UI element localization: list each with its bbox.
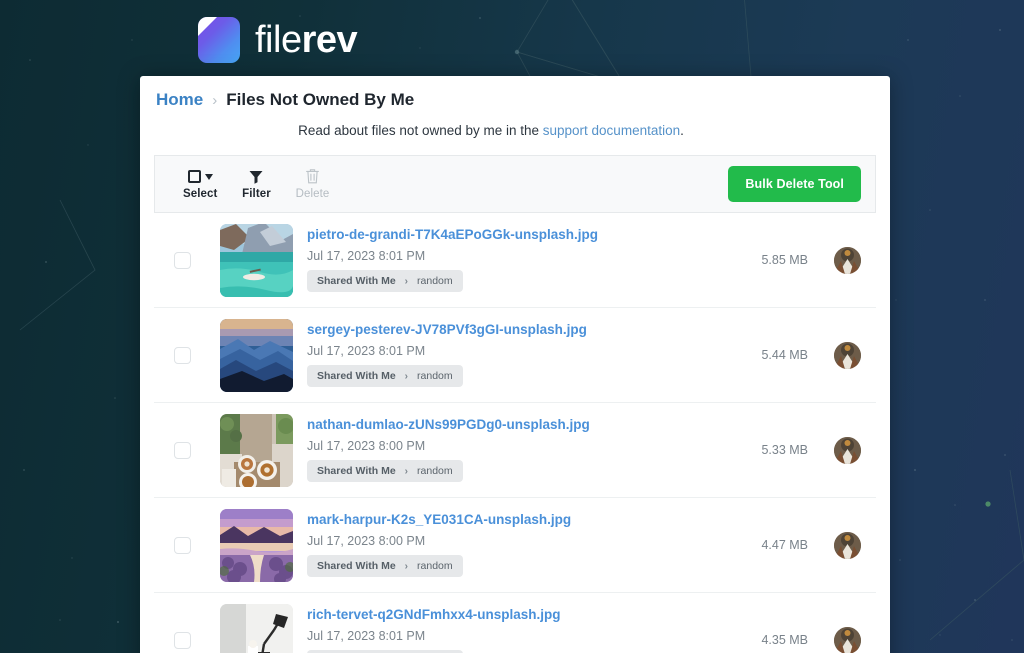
file-list: pietro-de-grandi-T7K4aEPoGGk-unsplash.jp… — [154, 213, 876, 653]
thumbnail-cell — [210, 603, 302, 653]
thumbnail-cell — [210, 508, 302, 582]
avatar[interactable] — [833, 626, 861, 653]
file-size: 5.44 MB — [761, 348, 808, 362]
table-row[interactable]: pietro-de-grandi-T7K4aEPoGGk-unsplash.jp… — [154, 213, 876, 308]
page-title: Files Not Owned By Me — [226, 90, 415, 109]
bulk-delete-tool-button[interactable]: Bulk Delete Tool — [728, 166, 861, 202]
document-logo-icon — [198, 17, 240, 63]
delete-button[interactable]: Delete — [295, 168, 329, 200]
brand-wordmark: filerev — [255, 19, 358, 61]
file-name-link[interactable]: mark-harpur-K2s_YE031CA-unsplash.jpg — [307, 512, 712, 528]
main-card: Home › Files Not Owned By Me Read about … — [140, 76, 890, 653]
file-date: Jul 17, 2023 8:01 PM — [307, 343, 426, 358]
table-row[interactable]: rich-tervet-q2GNdFmhxx4-unsplash.jpg Jul … — [154, 593, 876, 653]
file-info-cell: sergey-pesterev-JV78PVf3gGI-unsplash.jpg… — [302, 322, 712, 388]
file-thumbnail[interactable] — [219, 603, 293, 653]
row-checkbox[interactable] — [173, 441, 191, 459]
delete-label: Delete — [295, 188, 330, 200]
file-info-cell: mark-harpur-K2s_YE031CA-unsplash.jpg Jul … — [302, 512, 712, 578]
row-checkbox-cell — [154, 251, 210, 269]
file-location-badge[interactable]: Shared With Me › random — [307, 270, 463, 293]
owner-avatar-cell — [824, 436, 870, 464]
file-size: 5.85 MB — [761, 253, 808, 267]
owner-avatar-cell — [824, 341, 870, 369]
toolbar-actions: Select Filter Delete — [183, 168, 329, 200]
file-thumbnail[interactable] — [219, 318, 293, 392]
select-checkbox-dropdown-icon — [187, 168, 213, 185]
owner-avatar-cell — [824, 246, 870, 274]
avatar[interactable] — [833, 246, 861, 274]
page-background: filerev Home › Files Not Owned By Me Rea… — [0, 0, 1024, 653]
row-checkbox-cell — [154, 536, 210, 554]
file-date: Jul 17, 2023 8:00 PM — [307, 533, 426, 548]
avatar[interactable] — [833, 341, 861, 369]
select-button[interactable]: Select — [183, 168, 217, 200]
badge-folder-label: random — [417, 370, 453, 383]
file-info-cell: pietro-de-grandi-T7K4aEPoGGk-unsplash.jp… — [302, 227, 712, 293]
thumbnail-cell — [210, 318, 302, 392]
file-info-cell: rich-tervet-q2GNdFmhxx4-unsplash.jpg Jul … — [302, 607, 712, 653]
file-thumbnail[interactable] — [219, 413, 293, 487]
select-label: Select — [183, 188, 218, 200]
row-checkbox[interactable] — [173, 251, 191, 269]
filter-icon — [248, 168, 264, 185]
breadcrumb-home-link[interactable]: Home — [156, 90, 203, 110]
file-info-cell: nathan-dumlao-zUNs99PGDg0-unsplash.jpg Ju… — [302, 417, 712, 483]
file-date: Jul 17, 2023 8:01 PM — [307, 248, 426, 263]
chevron-right-icon: › — [404, 370, 409, 382]
badge-root-label: Shared With Me — [317, 560, 396, 573]
chevron-right-icon: › — [404, 275, 409, 287]
file-thumbnail[interactable] — [219, 508, 293, 582]
row-checkbox[interactable] — [173, 536, 191, 554]
brand-name-bold: rev — [301, 19, 358, 61]
file-name-link[interactable]: rich-tervet-q2GNdFmhxx4-unsplash.jpg — [307, 607, 712, 623]
badge-root-label: Shared With Me — [317, 275, 396, 288]
trash-icon — [305, 168, 320, 185]
badge-folder-label: random — [417, 465, 453, 478]
row-checkbox[interactable] — [173, 346, 191, 364]
row-checkbox-cell — [154, 346, 210, 364]
file-name-link[interactable]: nathan-dumlao-zUNs99PGDg0-unsplash.jpg — [307, 417, 712, 433]
badge-root-label: Shared With Me — [317, 465, 396, 478]
file-date: Jul 17, 2023 8:00 PM — [307, 438, 426, 453]
page-subtitle: Read about files not owned by me in the … — [140, 110, 890, 138]
list-toolbar: Select Filter Delete Bulk Delete Tool — [154, 155, 876, 213]
thumbnail-cell — [210, 223, 302, 297]
badge-folder-label: random — [417, 275, 453, 288]
owner-avatar-cell — [824, 531, 870, 559]
file-size: 4.35 MB — [761, 633, 808, 647]
table-row[interactable]: mark-harpur-K2s_YE031CA-unsplash.jpg Jul … — [154, 498, 876, 593]
file-location-badge[interactable]: Shared With Me › random — [307, 365, 463, 388]
badge-root-label: Shared With Me — [317, 370, 396, 383]
subtitle-text-before: Read about files not owned by me in the — [298, 123, 543, 138]
breadcrumb: Home › Files Not Owned By Me — [140, 76, 890, 110]
row-checkbox-cell — [154, 631, 210, 649]
file-date: Jul 17, 2023 8:01 PM — [307, 628, 426, 643]
file-name-link[interactable]: sergey-pesterev-JV78PVf3gGI-unsplash.jpg — [307, 322, 712, 338]
file-thumbnail[interactable] — [219, 223, 293, 297]
file-size: 5.33 MB — [761, 443, 808, 457]
brand-logo[interactable]: filerev — [198, 12, 358, 68]
thumbnail-cell — [210, 413, 302, 487]
file-location-badge[interactable]: Shared With Me › random — [307, 460, 463, 483]
row-checkbox-cell — [154, 441, 210, 459]
chevron-right-icon: › — [404, 560, 409, 572]
chevron-right-icon: › — [404, 465, 409, 477]
owner-avatar-cell — [824, 626, 870, 653]
badge-folder-label: random — [417, 560, 453, 573]
file-name-link[interactable]: pietro-de-grandi-T7K4aEPoGGk-unsplash.jp… — [307, 227, 712, 243]
breadcrumb-separator-icon: › — [212, 91, 218, 109]
subtitle-text-after: . — [680, 123, 684, 138]
avatar[interactable] — [833, 436, 861, 464]
support-documentation-link[interactable]: support documentation — [543, 123, 680, 138]
brand-name-light: file — [255, 19, 302, 61]
filter-label: Filter — [242, 188, 271, 200]
file-location-badge[interactable]: Shared With Me › random — [307, 555, 463, 578]
file-size: 4.47 MB — [761, 538, 808, 552]
avatar[interactable] — [833, 531, 861, 559]
table-row[interactable]: nathan-dumlao-zUNs99PGDg0-unsplash.jpg Ju… — [154, 403, 876, 498]
row-checkbox[interactable] — [173, 631, 191, 649]
filter-button[interactable]: Filter — [239, 168, 273, 200]
table-row[interactable]: sergey-pesterev-JV78PVf3gGI-unsplash.jpg… — [154, 308, 876, 403]
